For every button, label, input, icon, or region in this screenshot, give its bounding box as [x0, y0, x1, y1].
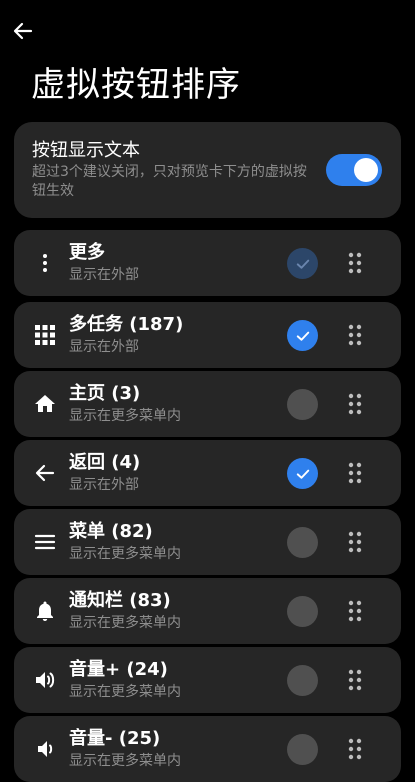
enable-checkbox[interactable] [287, 248, 318, 279]
volume-down-icon [32, 737, 58, 761]
list-item-title: 更多 [69, 242, 105, 263]
list-item-title: 通知栏 (83) [69, 590, 171, 611]
more-vertical-icon [32, 251, 58, 275]
volume-up-icon [32, 668, 58, 692]
enable-checkbox[interactable] [287, 596, 318, 627]
drag-handle-icon [348, 462, 362, 484]
drag-handle[interactable] [344, 393, 366, 415]
drag-handle[interactable] [344, 738, 366, 760]
list-item-location: 显示在更多菜单内 [69, 546, 181, 562]
list-item-volume-up[interactable]: 音量+ (24) 显示在更多菜单内 [14, 647, 401, 713]
page-title: 虚拟按钮排序 [31, 65, 241, 105]
enable-checkbox[interactable] [287, 734, 318, 765]
enable-checkbox[interactable] [287, 665, 318, 696]
top-bar [0, 0, 415, 62]
back-button[interactable] [8, 16, 38, 46]
menu-icon [32, 530, 58, 554]
arrow-back-icon [32, 461, 58, 485]
drag-handle[interactable] [344, 600, 366, 622]
drag-handle-icon [348, 393, 362, 415]
drag-handle-icon [348, 324, 362, 346]
list-item-multitask[interactable]: 多任务 (187) 显示在外部 [14, 302, 401, 368]
list-item-title: 返回 (4) [69, 452, 141, 473]
list-item-location: 显示在外部 [69, 477, 139, 493]
drag-handle[interactable] [344, 669, 366, 691]
checkmark-icon [296, 259, 309, 269]
setting-description: 超过3个建议关闭，只对预览卡下方的虚拟按钮生效 [32, 164, 307, 199]
setting-title: 按钮显示文本 [32, 140, 140, 161]
arrow-back-icon [13, 22, 33, 40]
show-text-setting-card: 按钮显示文本 超过3个建议关闭，只对预览卡下方的虚拟按钮生效 [14, 122, 401, 218]
list-item-title: 音量+ (24) [69, 659, 168, 680]
list-item-notifications[interactable]: 通知栏 (83) 显示在更多菜单内 [14, 578, 401, 644]
enable-checkbox[interactable] [287, 389, 318, 420]
drag-handle[interactable] [344, 324, 366, 346]
list-item-menu[interactable]: 菜单 (82) 显示在更多菜单内 [14, 509, 401, 575]
list-item-title: 主页 (3) [69, 383, 141, 404]
checkmark-icon [296, 469, 309, 479]
drag-handle-icon [348, 600, 362, 622]
grid-apps-icon [32, 323, 58, 347]
drag-handle-icon [348, 738, 362, 760]
list-item-title: 菜单 (82) [69, 521, 153, 542]
list-item-title: 音量- (25) [69, 728, 161, 749]
drag-handle-icon [348, 669, 362, 691]
list-item-more[interactable]: 更多 显示在外部 [14, 230, 401, 296]
enable-checkbox[interactable] [287, 458, 318, 489]
drag-handle-icon [348, 531, 362, 553]
bell-icon [32, 599, 58, 623]
list-item-location: 显示在更多菜单内 [69, 408, 181, 424]
list-item-title: 多任务 (187) [69, 314, 184, 335]
list-item-back[interactable]: 返回 (4) 显示在外部 [14, 440, 401, 506]
enable-checkbox[interactable] [287, 320, 318, 351]
list-item-volume-down[interactable]: 音量- (25) 显示在更多菜单内 [14, 716, 401, 782]
drag-handle[interactable] [344, 462, 366, 484]
checkmark-icon [296, 331, 309, 341]
list-item-location: 显示在更多菜单内 [69, 615, 181, 631]
drag-handle-icon [348, 252, 362, 274]
drag-handle[interactable] [344, 531, 366, 553]
enable-checkbox[interactable] [287, 527, 318, 558]
home-icon [32, 392, 58, 416]
list-item-location: 显示在外部 [69, 267, 139, 283]
list-item-location: 显示在外部 [69, 339, 139, 355]
list-item-location: 显示在更多菜单内 [69, 684, 181, 700]
list-item-home[interactable]: 主页 (3) 显示在更多菜单内 [14, 371, 401, 437]
drag-handle[interactable] [344, 252, 366, 274]
toggle-knob [354, 158, 378, 182]
show-text-toggle[interactable] [326, 154, 382, 186]
list-item-location: 显示在更多菜单内 [69, 753, 181, 769]
